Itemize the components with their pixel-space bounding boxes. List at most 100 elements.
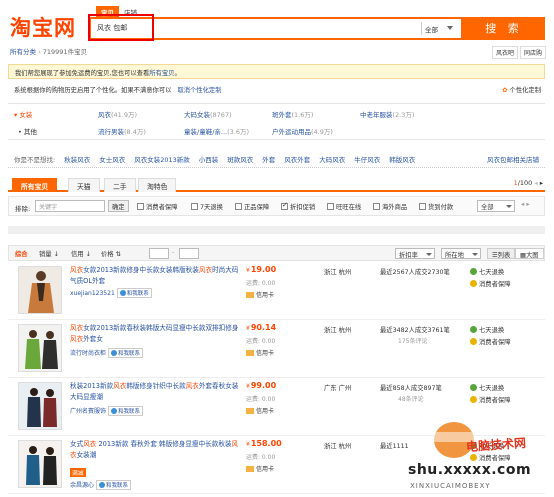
sort-sales[interactable]: 销量 ↓ — [39, 249, 59, 258]
review-count[interactable]: 48条评论 — [398, 394, 424, 403]
service-label: 消费者保障 — [479, 281, 511, 288]
site-watermark: 电脑技术网 shu.xxxxx.com XINXIUCAIMOBEXY — [404, 410, 552, 496]
list-view-button[interactable]: ☰列表 — [487, 248, 516, 259]
contact-button[interactable]: 和我联系 — [107, 348, 143, 358]
suggestions-bar: 你是不是想找: 秋装风衣 女士风衣 风衣女装2013新款 小西装 斑款风衣 外套… — [8, 151, 545, 168]
filter-check[interactable]: 7天退换 — [191, 202, 223, 211]
title-text: 韩版修身针织中长款 — [126, 382, 186, 390]
filter-check[interactable]: 消费者保障 — [137, 202, 177, 211]
service-protection[interactable]: 消费者保障 — [470, 337, 510, 346]
shop-info: 流行时尚衣柜 和我联系 — [70, 348, 143, 358]
prev-page-icon[interactable]: ◂ — [534, 179, 537, 187]
suggestion-link[interactable]: 韩版风衣 — [389, 154, 415, 164]
review-count[interactable]: 175条评论 — [398, 336, 427, 345]
tab-special[interactable]: 淘特色 — [138, 178, 177, 192]
chevron-down-icon — [447, 26, 453, 30]
tab-all-items[interactable]: 所有宝贝 — [12, 178, 58, 192]
contact-button[interactable]: 和我联系 — [116, 288, 152, 298]
breadcrumb-root[interactable]: 所有分类 — [10, 48, 36, 56]
suggestion-link[interactable]: 风衣女装2013新款 — [134, 154, 190, 164]
card-icon — [246, 292, 254, 298]
category-item[interactable]: 风衣(41.9万) — [98, 109, 137, 119]
tab-tmall[interactable]: 天猫 — [68, 178, 100, 192]
product-title[interactable]: 风衣女款2013新款修身中长款女装韩版秋装风衣时尚大码气质OL外套 — [70, 265, 240, 287]
product-title[interactable]: 风衣女款2013新款春秋装韩版大码显瘦中长款双排扣修身风衣外套女 — [70, 323, 240, 345]
filter-nav[interactable]: ◂ ▸ — [521, 200, 530, 208]
suggestion-link[interactable]: 牛仔风衣 — [354, 154, 380, 164]
view-tab-forum[interactable]: 风衣吧 — [492, 46, 519, 59]
search-button[interactable]: 搜 索 — [463, 17, 545, 40]
personalize-label: 个性化定制 — [509, 87, 541, 94]
suggestion-link[interactable]: 女士风衣 — [99, 154, 125, 164]
wangwang-icon — [110, 350, 117, 356]
sort-price[interactable]: 价格 ⇅ — [101, 249, 121, 258]
price-max-input[interactable] — [179, 248, 199, 259]
filter-check[interactable]: 旺旺在线 — [327, 202, 361, 211]
notice-link[interactable]: 所有宝贝 — [149, 70, 174, 77]
filter-check[interactable]: 折扣促销 — [281, 201, 315, 211]
confirm-button[interactable]: 确定 — [108, 200, 129, 212]
category-item[interactable]: 中老年服装(2.3万) — [360, 109, 414, 119]
view-tab-sameshop[interactable]: 同店购 — [520, 46, 547, 59]
taobao-logo[interactable]: 淘宝网 — [10, 12, 76, 42]
grid-view-button[interactable]: ▦大图 — [515, 248, 544, 259]
suggestion-link[interactable]: 风衣外套 — [284, 154, 310, 164]
category-item[interactable]: 户外运动用品(4.9万) — [272, 126, 333, 136]
suggestion-link[interactable]: 外套 — [262, 154, 275, 164]
service-seven-day[interactable]: 七天退换 — [470, 267, 504, 276]
product-image[interactable] — [18, 440, 62, 488]
scope-value: 全部 — [425, 26, 438, 34]
product-title[interactable]: 女式风衣 2013新款 春秋外套 韩版修身显瘦中长款秋装风衣女装潮 — [70, 439, 240, 461]
category-group-other[interactable]: • 其他 — [18, 126, 37, 136]
service-protection[interactable]: 消费者保障 — [470, 395, 510, 404]
suggestion-link[interactable]: 秋装风衣 — [64, 154, 90, 164]
chevron-down-icon — [472, 253, 478, 256]
sort-default[interactable]: 综合 — [15, 249, 28, 258]
personalize-button[interactable]: ✿ 个性化定制 — [502, 85, 541, 94]
next-page-icon[interactable]: ▸ — [540, 179, 543, 187]
product-image[interactable] — [18, 382, 62, 430]
exclude-keyword-input[interactable]: 关键字 — [35, 200, 105, 212]
product-row[interactable]: 风衣女款2013新款春秋装韩版大码显瘦中长款双排扣修身风衣外套女 流行时尚衣柜 … — [8, 320, 545, 378]
notice-end: 。 — [174, 70, 181, 77]
suggestion-link[interactable]: 大码风衣 — [319, 154, 345, 164]
cancel-personalization-link[interactable]: 取消个性化定制 — [177, 87, 221, 94]
location-select[interactable]: 所在地 — [441, 248, 481, 259]
contact-button[interactable]: 和我联系 — [95, 480, 131, 490]
seven-day-icon — [470, 384, 477, 391]
service-seven-day[interactable]: 七天退换 — [470, 383, 504, 392]
category-item[interactable]: 大码女装(8767) — [184, 109, 232, 119]
contact-button[interactable]: 和我联系 — [107, 406, 143, 416]
category-item[interactable]: 童装/童鞋/亲...(3.6万) — [184, 126, 249, 136]
category-group-women[interactable]: ▾ 女装 — [14, 109, 32, 119]
product-price: ¥90.14 — [246, 323, 276, 332]
price-min-input[interactable] — [149, 248, 169, 259]
category-item[interactable]: 斑外套(1.6万) — [272, 109, 313, 119]
contact-label: 和我联系 — [117, 409, 140, 415]
product-image[interactable] — [18, 266, 62, 314]
related-shops-link[interactable]: 风衣包邮相关店铺 — [487, 154, 539, 164]
filter-check[interactable]: 货到付款 — [419, 202, 453, 211]
sort-credit[interactable]: 信用 ↓ — [71, 249, 91, 258]
product-title[interactable]: 秋装2013新款风衣韩版修身针织中长款风衣外套春秋女装大码显瘦潮 — [70, 381, 240, 403]
suggestion-link[interactable]: 小西装 — [199, 154, 219, 164]
product-row[interactable]: 风衣女款2013新款修身中长款女装韩版秋装风衣时尚大码气质OL外套 xuejia… — [8, 262, 545, 320]
suggestion-link[interactable]: 斑款风衣 — [227, 154, 253, 164]
scope-select[interactable]: 全部 — [421, 22, 455, 35]
filter-check[interactable]: 正品保障 — [235, 202, 269, 211]
shop-name[interactable]: xuejian123521 — [70, 290, 115, 297]
shop-info: 余昌源心 和我联系 — [70, 480, 131, 490]
product-image[interactable] — [18, 324, 62, 372]
shop-name[interactable]: 流行时尚衣柜 — [70, 350, 106, 357]
shop-name[interactable]: 余昌源心 — [70, 482, 94, 489]
region-select[interactable]: 全部 — [477, 200, 515, 212]
filter-check[interactable]: 海外商品 — [373, 202, 407, 211]
highlight: 风衣 — [198, 266, 213, 274]
price-range-dash: - — [172, 249, 175, 256]
tab-secondhand[interactable]: 二手 — [104, 178, 136, 192]
shop-name[interactable]: 广州名賓服饰 — [70, 408, 106, 415]
service-protection[interactable]: 消费者保障 — [470, 279, 510, 288]
service-seven-day[interactable]: 七天退换 — [470, 325, 504, 334]
order-select[interactable]: 折扣率 — [395, 248, 435, 259]
category-item[interactable]: 流行男装(8.4万) — [98, 126, 146, 136]
